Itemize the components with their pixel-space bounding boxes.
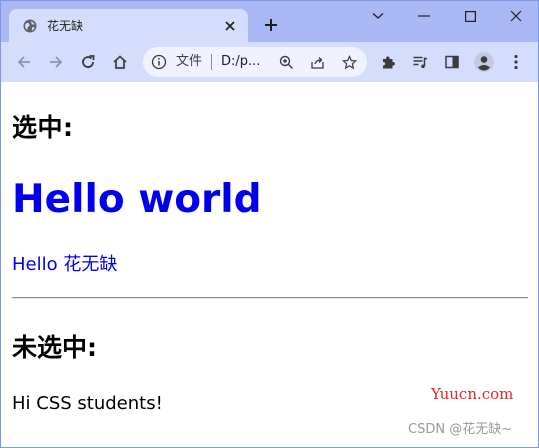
puzzle-icon[interactable] — [374, 48, 402, 76]
reading-list-icon[interactable] — [406, 48, 434, 76]
kebab-menu-icon[interactable] — [502, 48, 530, 76]
browser-window: 花无缺 文件 D:/p... 选中: Hello world Hello 花无缺… — [0, 0, 539, 448]
close-icon[interactable] — [220, 16, 240, 36]
maximize-icon[interactable] — [447, 1, 493, 31]
selected-heading: 选中: — [12, 113, 74, 142]
window-close-icon[interactable] — [493, 1, 538, 31]
star-icon[interactable] — [339, 52, 359, 72]
address-bar[interactable]: 文件 D:/p... — [143, 47, 367, 77]
horizontal-rule — [12, 297, 528, 299]
reload-icon[interactable] — [74, 48, 102, 76]
unselected-heading: 未选中: — [12, 333, 97, 362]
share-icon[interactable] — [307, 52, 327, 72]
plus-icon[interactable] — [259, 13, 283, 37]
arrow-right-icon[interactable] — [42, 48, 70, 76]
page-content: 选中: Hello world Hello 花无缺 未选中: Hi CSS st… — [1, 82, 538, 447]
tab-strip: 花无缺 — [1, 1, 538, 42]
security-label: 文件 — [176, 54, 203, 69]
tab-title: 花无缺 — [47, 19, 84, 33]
globe-icon — [23, 19, 37, 33]
address-separator — [211, 54, 212, 70]
arrow-left-icon[interactable] — [10, 48, 38, 76]
minimize-icon[interactable] — [401, 1, 447, 31]
hello-heading: Hello world — [12, 177, 262, 222]
zoom-icon[interactable] — [276, 52, 296, 72]
tab-active[interactable]: 花无缺 — [9, 9, 248, 42]
browser-toolbar: 文件 D:/p... — [1, 42, 538, 82]
hello-paragraph: Hello 花无缺 — [12, 254, 118, 275]
hi-paragraph: Hi CSS students! — [12, 393, 163, 414]
csdn-watermark: CSDN @花无缺~ — [408, 422, 513, 437]
home-icon[interactable] — [106, 48, 134, 76]
url-text[interactable]: D:/p... — [221, 54, 260, 70]
side-panel-icon[interactable] — [438, 48, 466, 76]
site-watermark: Yuucn.com — [431, 385, 514, 403]
info-icon[interactable] — [151, 54, 167, 70]
chevron-down-icon[interactable] — [355, 1, 401, 31]
avatar-icon[interactable] — [470, 48, 498, 76]
